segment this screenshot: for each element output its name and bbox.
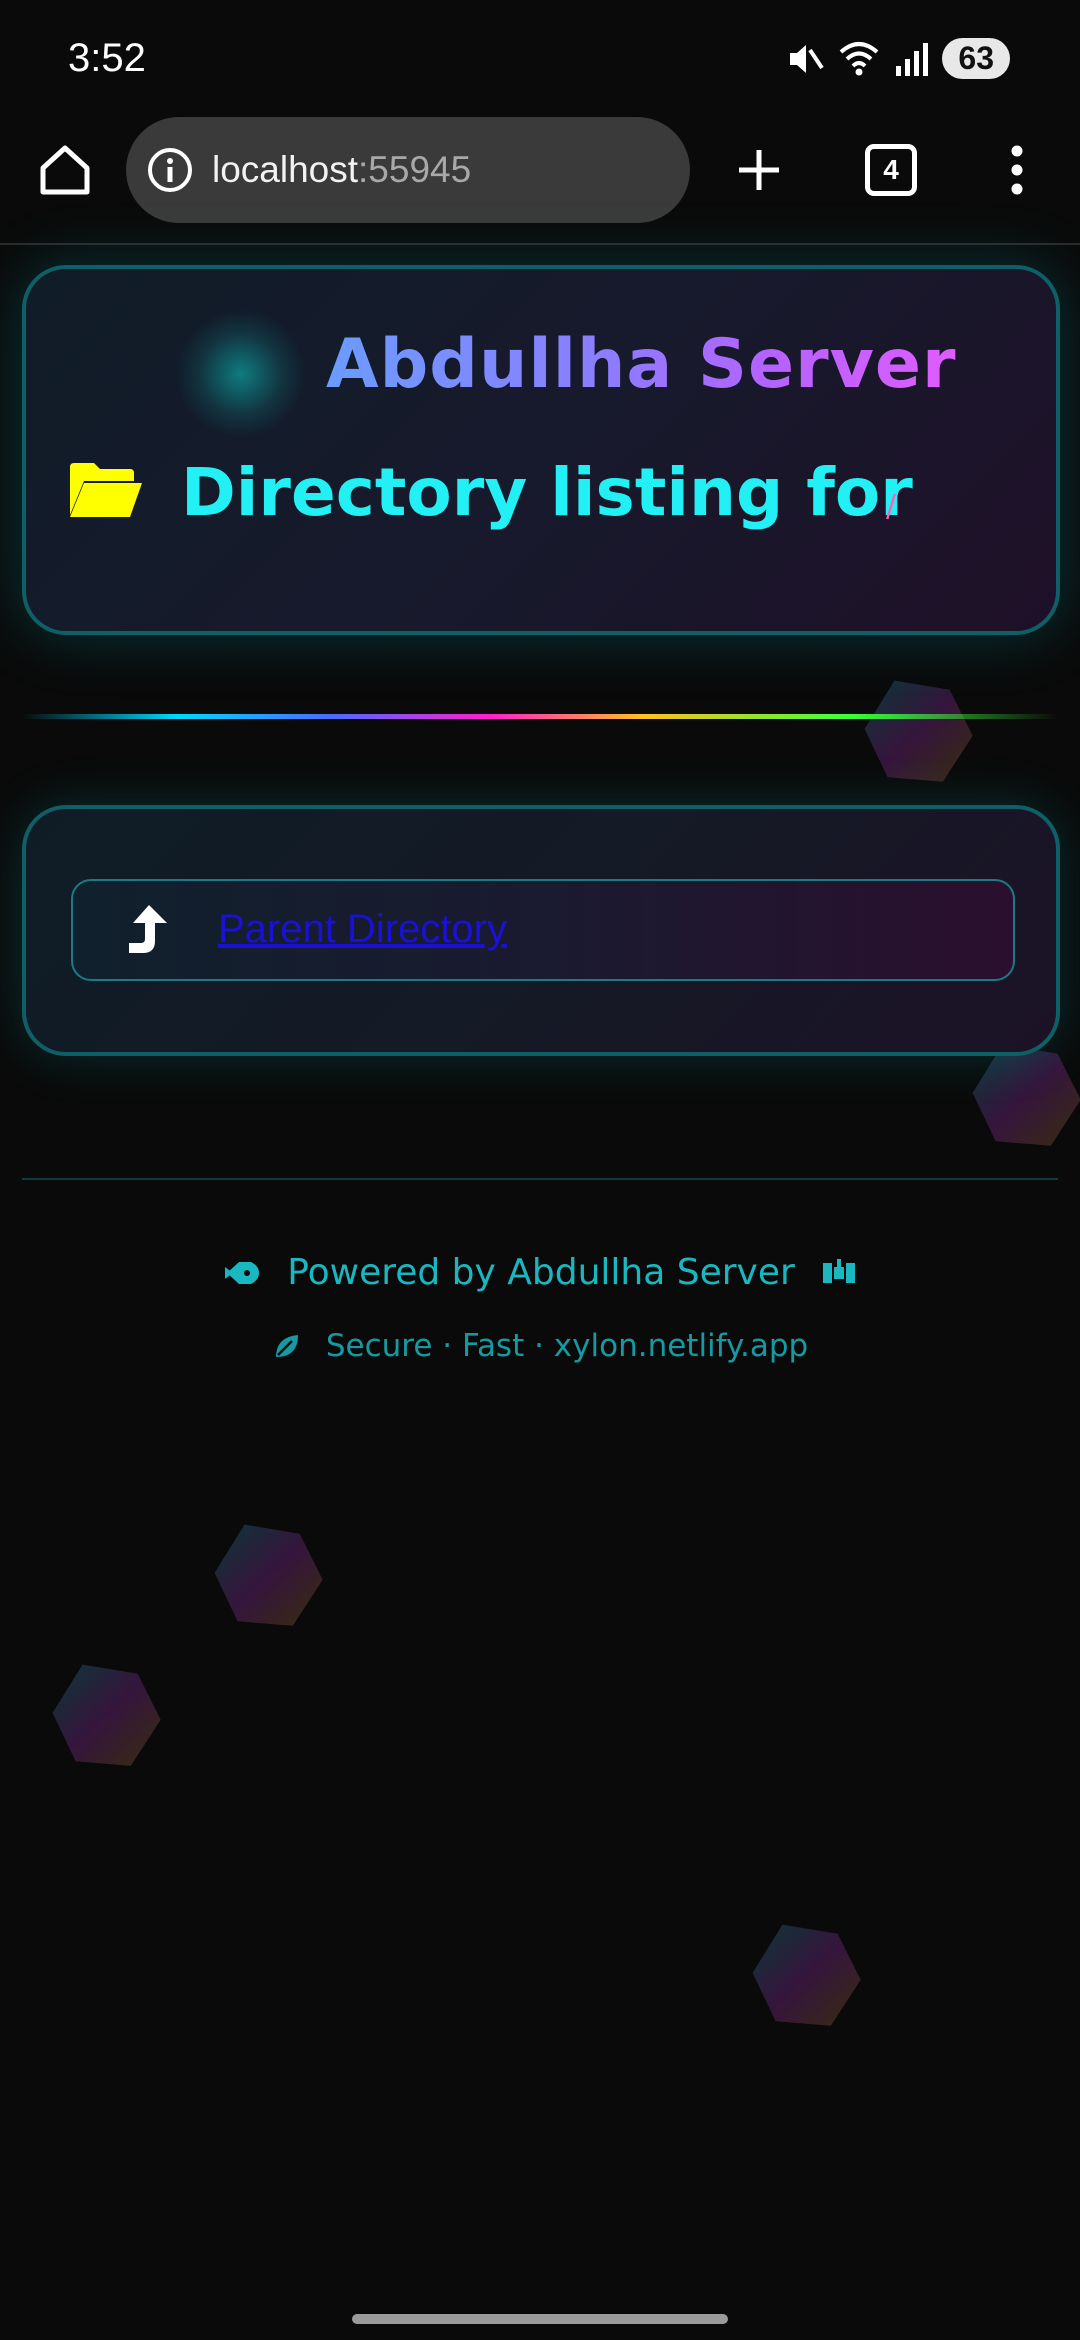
home-button[interactable] [30,135,100,205]
decorative-hexagon [52,1664,161,1766]
url-port: :55945 [358,149,472,190]
parent-directory-link[interactable]: Parent Directory [218,907,507,952]
new-tab-button[interactable] [724,135,794,205]
decorative-hexagon [972,1044,1080,1146]
open-folder-icon [70,463,142,517]
footer-divider [22,1178,1058,1180]
signal-icon [896,42,929,76]
directory-heading: Directory listing for [181,454,913,531]
listing-card: Parent Directory [22,805,1060,1056]
decorative-hexagon [752,1924,861,2026]
more-vertical-icon [1011,145,1023,195]
satellite-icon [822,1258,855,1283]
decorative-hexagon [214,1524,323,1626]
browser-toolbar: localhost:55945 4 [0,115,1080,227]
site-info-button[interactable] [146,146,194,194]
plus-icon [739,150,779,190]
site-title: Abdullha Server [326,325,957,404]
tagline-text: Secure · Fast · xylon.netlify.app [325,1328,809,1364]
directory-path: / [886,489,897,524]
status-icons: 63 [786,38,1010,79]
header-card: Abdullha Server Directory listing for / [22,265,1060,635]
footer-powered: Powered by Abdullha Server [0,1252,1080,1293]
battery-indicator: 63 [942,38,1010,79]
tab-switcher-button[interactable]: 4 [856,135,926,205]
powered-by-text: Powered by Abdullha Server [287,1252,795,1293]
toolbar-divider [0,243,1080,245]
glow-orb [176,309,306,439]
info-icon [148,148,192,192]
footer-tagline: Secure · Fast · xylon.netlify.app [0,1328,1080,1364]
status-bar: 3:52 63 [0,0,1080,110]
rainbow-divider [22,714,1058,719]
home-indicator[interactable] [352,2314,728,2324]
decorative-hexagon [864,680,973,782]
menu-button[interactable] [982,135,1052,205]
rocket-icon [225,1261,260,1284]
tab-count: 4 [865,144,917,196]
status-time: 3:52 [68,36,146,80]
url-host: localhost [212,149,359,190]
address-bar[interactable]: localhost:55945 [126,117,690,223]
wifi-icon [840,41,879,75]
home-icon [40,145,90,195]
parent-directory-row[interactable]: Parent Directory [71,879,1015,981]
mute-icon [790,44,825,73]
arrow-up-icon [129,905,167,953]
leaf-icon [275,1335,298,1357]
url-text: localhost:55945 [212,149,471,191]
